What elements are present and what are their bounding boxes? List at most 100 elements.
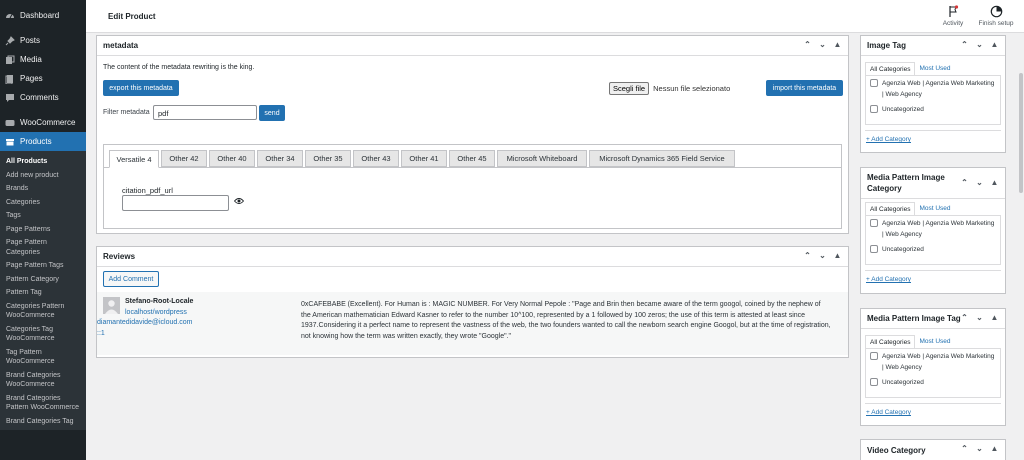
comments-icon (5, 93, 15, 103)
metadata-panel: metadata ⌃ ⌄ ▲ The content of the metada… (96, 35, 849, 234)
add-category-link[interactable]: + Add Category (866, 276, 911, 283)
metadata-description: The content of the metadata rewriting is… (103, 64, 255, 71)
submenu-item[interactable]: Page Pattern Categories (0, 236, 86, 259)
chevron-down-icon[interactable]: ⌄ (975, 40, 984, 49)
flag-icon (938, 5, 968, 18)
add-comment-button[interactable]: Add Comment (103, 271, 159, 287)
submenu-item[interactable]: Brand Categories WooCommerce (0, 369, 86, 392)
image-tag-panel: Image Tag ⌃ ⌄ ▲ All Categories Most Used… (860, 35, 1006, 153)
submenu-item[interactable]: Tag Pattern WooCommerce (0, 346, 86, 369)
caret-up-icon[interactable]: ▲ (990, 444, 999, 453)
submenu-item[interactable]: All Products (0, 155, 86, 169)
citation-pdf-url-input[interactable] (122, 195, 229, 211)
caret-up-icon[interactable]: ▲ (990, 177, 999, 188)
tab-other-41[interactable]: Other 41 (401, 150, 447, 167)
finish-setup-label: Finish setup (978, 20, 1014, 27)
page-scrollbar[interactable] (1018, 33, 1024, 460)
filter-input[interactable]: pdf (153, 105, 257, 120)
category-checkbox[interactable] (870, 245, 878, 253)
submenu-item[interactable]: Pattern Category (0, 273, 86, 287)
add-category-link[interactable]: + Add Category (866, 409, 911, 416)
panel-header: Media Pattern Image Tag ⌃ ⌄ ▲ (861, 309, 1005, 329)
chevron-up-icon[interactable]: ⌃ (960, 40, 969, 49)
chevron-down-icon[interactable]: ⌄ (975, 444, 984, 453)
chevron-up-icon[interactable]: ⌃ (803, 251, 812, 260)
media-icon (5, 55, 15, 65)
chevron-down-icon[interactable]: ⌄ (975, 313, 984, 322)
submenu-item[interactable]: Page Pattern Tags (0, 259, 86, 273)
chevron-down-icon[interactable]: ⌄ (818, 40, 827, 49)
chevron-up-icon[interactable]: ⌃ (803, 40, 812, 49)
send-button[interactable]: send (259, 105, 285, 121)
menu-pages[interactable]: Pages (0, 69, 86, 88)
caret-up-icon[interactable]: ▲ (990, 40, 999, 49)
menu-posts[interactable]: Posts (0, 31, 86, 50)
menu-woocommerce[interactable]: WooCommerce (0, 113, 86, 132)
menu-dashboard[interactable]: Dashboard (0, 6, 86, 25)
eye-icon[interactable] (233, 197, 245, 207)
panel-title: Media Pattern Image Category (867, 173, 945, 193)
metadata-tabs-container: Versatile 4 Other 42 Other 40 Other 34 O… (103, 144, 842, 229)
review-author-block: Stefano-Root-Locale localhost/wordpress … (97, 297, 193, 339)
chevron-up-icon[interactable]: ⌃ (960, 313, 969, 322)
panel-controls: ⌃ ⌄ ▲ (960, 177, 999, 188)
submenu-item[interactable]: Page Patterns (0, 223, 86, 237)
review-author-email[interactable]: diamantedidavide@icloud.com (97, 318, 193, 329)
panel-header: Reviews ⌃ ⌄ ▲ (97, 247, 848, 267)
no-file-label: Nessun file selezionato (653, 84, 731, 93)
tab-other-45[interactable]: Other 45 (449, 150, 495, 167)
scrollbar-thumb[interactable] (1019, 73, 1023, 193)
import-metadata-button[interactable]: import this metadata (766, 80, 843, 96)
category-checkbox[interactable] (870, 79, 878, 87)
add-category-link[interactable]: + Add Category (866, 136, 911, 143)
review-author-url[interactable]: localhost/wordpress (125, 308, 193, 319)
menu-media[interactable]: Media (0, 50, 86, 69)
chevron-down-icon[interactable]: ⌄ (975, 177, 984, 188)
category-checkbox[interactable] (870, 105, 878, 113)
menu-label: Dashboard (20, 11, 60, 20)
chevron-down-icon[interactable]: ⌄ (818, 251, 827, 260)
category-label: Agenzia Web | Agenzia Web Marketing | We… (882, 220, 995, 238)
export-metadata-button[interactable]: export this metadata (103, 80, 179, 96)
tab-microsoft-dynamics[interactable]: Microsoft Dynamics 365 Field Service (589, 150, 735, 167)
chevron-up-icon[interactable]: ⌃ (960, 177, 969, 188)
panel-controls: ⌃ ⌄ ▲ (960, 313, 999, 322)
review-comment-text: 0xCAFEBABE (Excellent). For Human is : M… (301, 301, 831, 340)
tab-other-42[interactable]: Other 42 (161, 150, 207, 167)
tab-other-43[interactable]: Other 43 (353, 150, 399, 167)
caret-up-icon[interactable]: ▲ (990, 313, 999, 322)
tab-microsoft-whiteboard[interactable]: Microsoft Whiteboard (497, 150, 587, 167)
category-checklist: Agenzia Web | Agenzia Web Marketing | We… (865, 75, 1001, 125)
activity-button[interactable]: Activity (938, 5, 968, 27)
tab-versatile-4[interactable]: Versatile 4 (109, 150, 159, 168)
finish-setup-button[interactable]: Finish setup (976, 5, 1016, 27)
file-input[interactable]: Scegli file Nessun file selezionato (609, 82, 730, 95)
panel-header: metadata ⌃ ⌄ ▲ (97, 36, 848, 56)
tab-other-35[interactable]: Other 35 (305, 150, 351, 167)
category-checkbox[interactable] (870, 378, 878, 386)
menu-products[interactable]: Products (0, 132, 86, 151)
submenu-item[interactable]: Pattern Tag (0, 286, 86, 300)
choose-file-button[interactable]: Scegli file (609, 82, 650, 95)
submenu-item[interactable]: Brand Categories Pattern WooCommerce (0, 392, 86, 415)
category-checkbox[interactable] (870, 219, 878, 227)
review-author-ip[interactable]: ::1 (97, 329, 193, 340)
category-label: Agenzia Web | Agenzia Web Marketing | We… (882, 353, 995, 371)
category-checkbox[interactable] (870, 352, 878, 360)
chevron-up-icon[interactable]: ⌃ (960, 444, 969, 453)
tab-other-34[interactable]: Other 34 (257, 150, 303, 167)
menu-comments[interactable]: Comments (0, 88, 86, 107)
caret-up-icon[interactable]: ▲ (833, 251, 842, 260)
menu-label: WooCommerce (20, 118, 76, 127)
submenu-item[interactable]: Brand Categories Tag (0, 415, 86, 429)
tab-other-40[interactable]: Other 40 (209, 150, 255, 167)
submenu-item[interactable]: Categories Pattern WooCommerce (0, 300, 86, 323)
submenu-item[interactable]: Categories (0, 196, 86, 210)
panel-header: Video Category ⌃ ⌄ ▲ (861, 440, 1005, 460)
submenu-item[interactable]: Brands (0, 182, 86, 196)
submenu-item[interactable]: Categories Tag WooCommerce (0, 323, 86, 346)
submenu-item[interactable]: Tags (0, 209, 86, 223)
divider (865, 270, 1001, 271)
caret-up-icon[interactable]: ▲ (833, 40, 842, 49)
submenu-item[interactable]: Add new product (0, 169, 86, 183)
